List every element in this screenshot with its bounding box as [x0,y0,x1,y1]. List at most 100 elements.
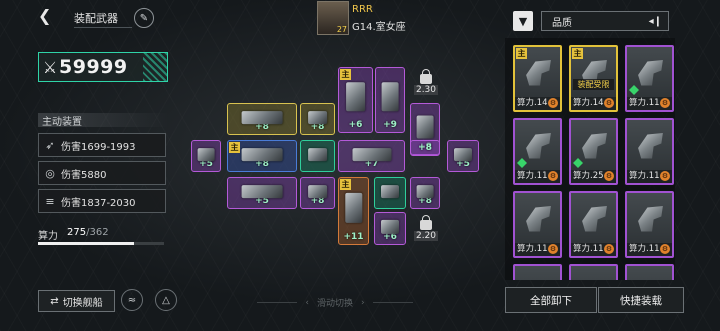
locked-slot[interactable]: 2.30 [413,67,439,97]
inventory-card[interactable]: 算力.11 ⚙ [513,191,562,258]
stat-label: 伤害1699-1993 [61,141,136,153]
sort-dropdown[interactable]: 品质 ◂❙ [541,11,669,31]
ship-slot[interactable]: +5 [227,177,297,209]
weapon-icon [526,60,551,86]
ship-slot[interactable]: +5 [447,140,479,172]
inventory-card[interactable]: 算力.11 ⚙ [625,191,674,258]
stat-target[interactable]: ◎ 伤害5880 [38,161,166,185]
inventory-card[interactable]: 算力.11 ⚙ [625,118,674,185]
weapon-icon [381,82,399,112]
stat-multi-missile[interactable]: ≡ 伤害1837-2030 [38,189,166,213]
inventory-card[interactable]: 算力.11 ⚙ [569,191,618,258]
inventory-card[interactable]: 主 装配受限 算力.14 ⚙ [569,45,618,112]
inventory-card[interactable]: 主 算力.14 ⚙ [513,45,562,112]
weapon-icon [241,184,283,199]
sort-label: 品质 [552,17,572,29]
ship-slot[interactable]: +6 [374,212,406,245]
avatar[interactable]: 27 [317,1,349,35]
sort-toggle-icon[interactable]: ◂❙ [649,16,662,27]
gear-icon: ⚙ [604,171,614,181]
switch-ship-label: 切换舰船 [62,297,103,309]
page-title: 装配武器 [74,12,118,25]
gear-icon: ⚙ [660,98,670,108]
power-value: 59999 [59,56,128,78]
fleet-icon[interactable]: △ [155,289,177,311]
card-footer: 算力.11 ⚙ [627,243,672,256]
inventory-card[interactable]: 算力.11 ⚙ [625,45,674,112]
ship-slot[interactable]: +8 [300,177,335,209]
formation-icon[interactable]: ≈ [121,289,143,311]
switch-ship-button[interactable]: ⇄ 切换舰船 [38,290,115,312]
weapon-icon [416,184,434,199]
weapon-icon [582,206,607,232]
ship-slot[interactable]: +5 [191,140,221,172]
card-compute: 算力.14 [517,98,548,108]
gear-icon: ⚙ [548,171,558,181]
weapon-icon [638,206,663,232]
ship-slot[interactable] [300,140,335,172]
rank-icon [573,158,583,168]
chevron-left-icon: ‹ [305,297,309,308]
inventory-card[interactable]: 算力.25 ⚙ [569,118,618,185]
card-compute: 算力.11 [629,244,660,254]
gear-icon: ⚙ [604,244,614,254]
slot-bonus: +6 [348,120,363,130]
weapon-icon [526,206,551,232]
filter-icon[interactable]: ▼ [513,11,533,31]
quick-equip-button[interactable]: 快捷装载 [598,287,684,313]
main-tag: 主 [340,179,351,190]
gear-icon: ⚙ [548,244,558,254]
target-icon: ◎ [45,166,55,180]
weapon-icon [638,133,663,159]
locked-slot[interactable]: 2.20 [413,213,439,243]
ship-slot[interactable]: 主 +8 [227,140,297,172]
weapon-icon [241,147,283,162]
slide-hint: ‹ 滑动切换 › [240,296,430,309]
multi-missile-icon: ≡ [45,194,55,208]
power-display: ⚔ 59999 [38,52,168,82]
inventory-card[interactable] [625,264,674,280]
card-footer: 算力.11 ⚙ [515,170,560,183]
inventory-card[interactable] [513,264,562,280]
crossed-swords-icon: ⚔ [42,57,58,77]
ship-slot[interactable]: +9 [375,67,405,133]
ship-slot[interactable]: +8 [300,103,335,135]
player-location: G14.室女座 [352,22,406,33]
restricted-label: 装配受限 [573,79,614,90]
ship-slot[interactable]: 主 +11 [338,177,369,245]
card-footer: 算力.11 ⚙ [571,243,616,256]
hint-line-right [372,302,413,303]
wrench-icon[interactable]: ✎ [134,8,154,28]
slot-bonus: +8 [418,143,432,153]
weapon-inventory[interactable]: 主 算力.14 ⚙ 主 装配受限 算力.14 ⚙ 算力.11 ⚙ 算力.11 ⚙ 算力.… [505,38,675,280]
power-stripes [143,53,167,81]
weapon-icon [241,110,283,125]
missile-icon: ➶ [45,138,55,152]
weapon-icon [638,60,663,86]
main-tag: 主 [340,69,351,80]
ship-slot[interactable]: +7 [338,140,405,172]
inventory-card[interactable] [569,264,618,280]
compute-bar-fill [38,242,134,245]
gear-icon: ⚙ [548,98,558,108]
ship-slot[interactable]: +8 [410,140,440,156]
ship-slot[interactable]: 主 +6 [338,67,373,133]
hint-line-left [257,302,298,303]
back-arrow-icon[interactable]: ❮ [38,8,52,24]
unload-all-button[interactable]: 全部卸下 [505,287,597,313]
lock-icon [420,68,432,84]
inventory-card[interactable]: 算力.11 ⚙ [513,118,562,185]
ship-slot[interactable]: +8 [410,177,440,209]
gear-icon: ⚙ [660,171,670,181]
slot-bonus: +11 [343,232,364,242]
compute-bar [38,242,164,245]
card-footer: 算力.14 ⚙ [515,97,560,110]
card-compute: 算力.11 [629,171,660,181]
weapon-icon [344,192,363,223]
stat-missile[interactable]: ➶ 伤害1699-1993 [38,133,166,157]
ship-slot[interactable]: +8 [227,103,297,135]
ship-slot[interactable] [374,177,406,209]
weapon-icon [307,147,328,162]
lock-icon [420,214,432,230]
weapon-icon [582,133,607,159]
